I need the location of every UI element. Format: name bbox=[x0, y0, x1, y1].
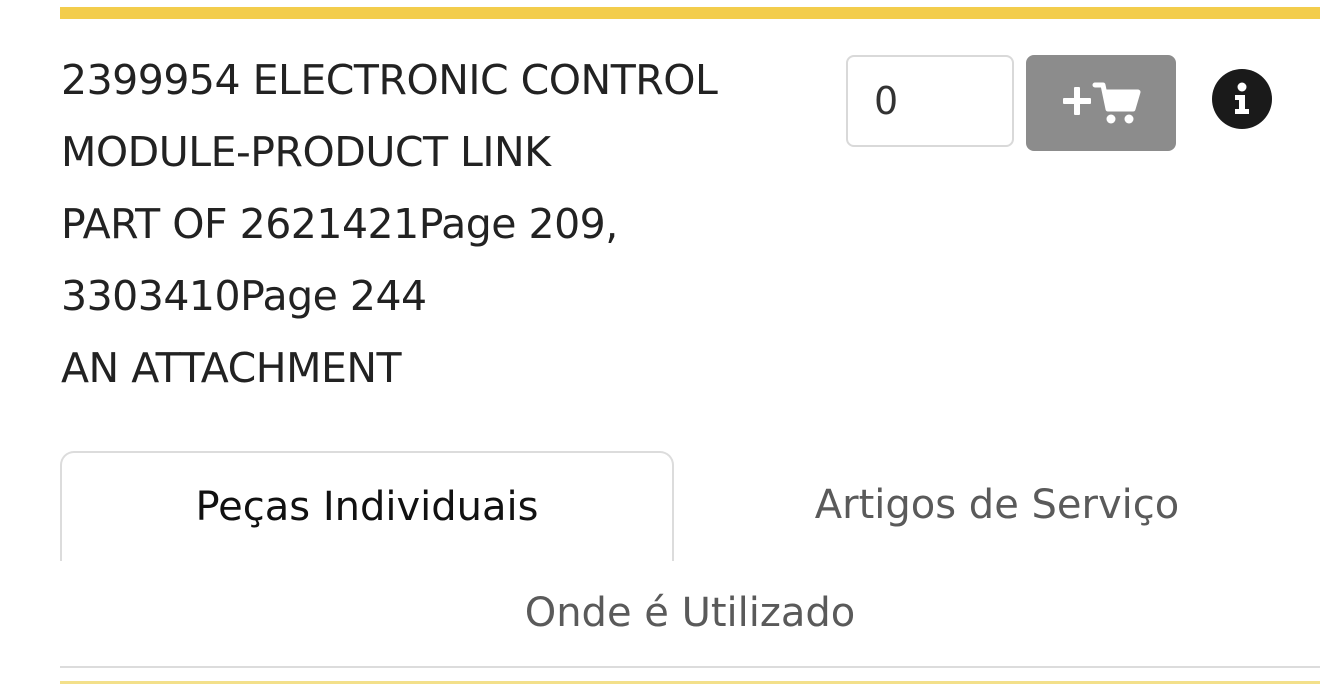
top-accent-bar bbox=[60, 7, 1320, 19]
quantity-input[interactable] bbox=[846, 55, 1014, 147]
tabs-divider bbox=[60, 666, 1320, 668]
part-description: 2399954 ELECTRONIC CONTROL MODULE-PRODUC… bbox=[61, 44, 831, 404]
tab-artigos-de-servico[interactable]: Artigos de Serviço bbox=[674, 451, 1320, 559]
part-description-line: PART OF 2621421Page 209, bbox=[61, 200, 618, 248]
add-to-cart-icon bbox=[1063, 82, 1141, 124]
part-description-line: 2399954 ELECTRONIC CONTROL bbox=[61, 56, 718, 104]
part-description-line: MODULE-PRODUCT LINK bbox=[61, 128, 551, 176]
tab-onde-e-utilizado[interactable]: Onde é Utilizado bbox=[60, 560, 1320, 666]
add-to-cart-button[interactable] bbox=[1026, 55, 1176, 151]
part-description-line: 3303410Page 244 bbox=[61, 272, 427, 320]
info-button[interactable] bbox=[1212, 69, 1272, 129]
info-icon bbox=[1235, 82, 1249, 114]
tab-pecas-individuais[interactable]: Peças Individuais bbox=[60, 451, 674, 561]
part-description-line: AN ATTACHMENT bbox=[61, 344, 402, 392]
